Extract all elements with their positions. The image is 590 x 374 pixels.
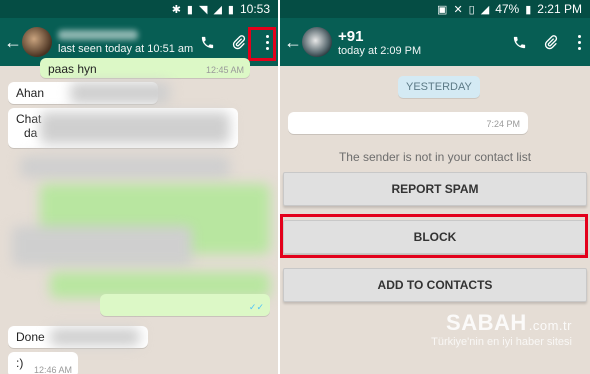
more-options-icon[interactable] [574,31,584,53]
unknown-sender-notice: The sender is not in your contact list [338,150,532,164]
message-time: 12:46 AM [33,365,72,374]
message-bubble[interactable]: paas hyn 12:45 AM [40,58,250,78]
watermark-tagline: Türkiye'nin en iyi haber sitesi [431,336,572,348]
redacted-message [20,156,230,178]
chat-header: ← +91 today at 2:09 PM [280,18,590,66]
wifi-icon: ◥ [198,3,208,16]
paperclip-icon[interactable] [230,32,248,52]
watermark: SABAH .com.tr Türkiye'nin en iyi haber si… [431,310,572,348]
watermark-logo: SABAH .com.tr [431,310,572,336]
highlight-frame [248,27,276,61]
report-spam-button[interactable]: REPORT SPAM [283,172,587,206]
message-time: 7:24 PM [486,119,520,129]
last-seen-text: today at 2:09 PM [338,44,422,57]
contact-number: +91 [338,27,364,45]
watermark-domain: .com.tr [528,318,572,333]
date-chip: YESTERDAY [398,76,480,98]
message-bubble[interactable]: 7:24 PM [288,112,528,134]
message-time: 12:45 AM [205,65,244,75]
redacted-text [50,328,140,346]
status-bar: ▣ ✕ ▯ ◢ 47% ▮ 2:21 PM [280,0,590,18]
paperclip-icon[interactable] [542,32,560,52]
bluetooth-icon: ✱ [171,3,181,16]
message-bubble[interactable]: ✓✓ [100,294,270,316]
back-arrow-icon[interactable]: ← [284,32,302,53]
header-actions [510,31,584,53]
blurred-contact-name [58,29,138,40]
mute-icon: ✕ [453,3,463,16]
add-to-contacts-button[interactable]: ADD TO CONTACTS [283,268,587,302]
sim-icon: ▯ [468,3,475,16]
battery-icon: ▮ [227,3,234,16]
avatar[interactable] [302,27,332,57]
read-ticks-icon: ✓✓ [248,302,264,312]
right-screenshot: ▣ ✕ ▯ ◢ 47% ▮ 2:21 PM ← +91 today at 2:0… [280,0,590,374]
battery-percent: 47% [495,2,520,16]
back-arrow-icon[interactable]: ← [4,32,22,53]
message-text: Done [16,330,45,344]
message-list: paas hyn 12:45 AM Ahan Chat da ✓✓ Done :… [0,58,278,374]
message-text: paas hyn [48,62,97,76]
redacted-text [40,112,230,144]
contact-info[interactable]: last seen today at 10:51 am [58,29,198,55]
redacted-message [12,226,192,266]
last-seen-text: last seen today at 10:51 am [58,42,194,55]
vibrate-icon: ▮ [186,3,193,16]
left-screenshot: ✱ ▮ ◥ ◢ ▮ 10:53 ← last seen today at 10:… [0,0,278,374]
message-text: Ahan [16,86,45,100]
message-bubble[interactable]: :) 12:46 AM [8,352,78,374]
status-bar: ✱ ▮ ◥ ◢ ▮ 10:53 [0,0,278,18]
redacted-text [70,82,170,104]
avatar[interactable] [22,27,52,57]
contact-info[interactable]: +91 today at 2:09 PM [338,28,510,57]
phone-icon[interactable] [198,32,216,52]
signal-icon: ◢ [480,3,490,16]
highlight-frame [280,214,588,258]
image-icon: ▣ [437,3,448,16]
status-time: 10:53 [239,2,270,16]
message-text: :) [16,356,24,370]
signal-icon: ◢ [213,3,222,16]
phone-icon[interactable] [510,32,528,52]
battery-icon: ▮ [525,3,532,16]
status-time: 2:21 PM [537,2,582,16]
watermark-brand: SABAH [446,310,527,335]
